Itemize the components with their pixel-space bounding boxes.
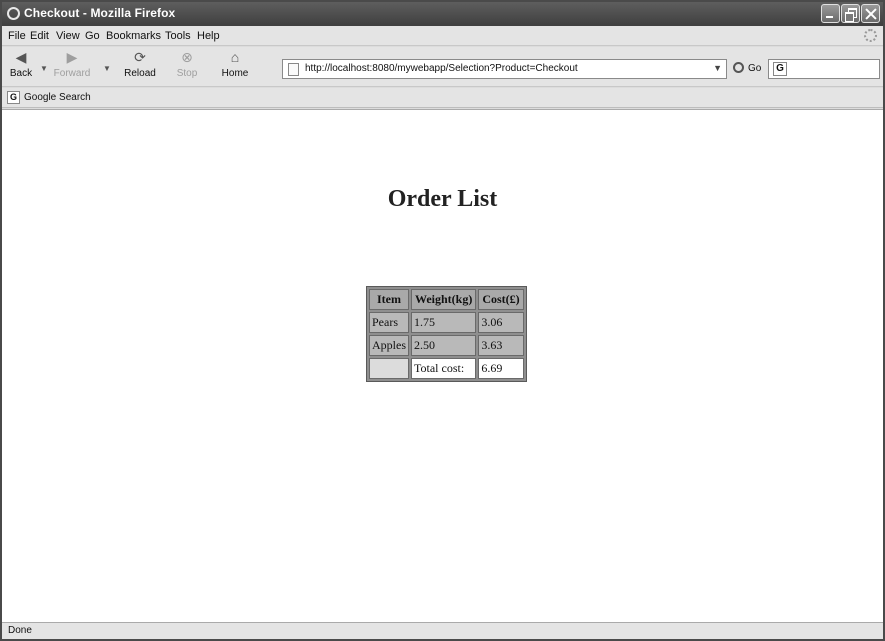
page-content: Order List Item Weight(kg) Cost(£) Pears… <box>2 109 883 622</box>
column-header-cost: Cost(£) <box>478 289 524 310</box>
column-header-item: Item <box>369 289 409 310</box>
menu-tools[interactable]: Tools <box>165 30 191 42</box>
menu-bookmarks[interactable]: Bookmarks <box>106 30 161 42</box>
back-arrow-icon: ◀ <box>15 49 27 65</box>
order-table: Item Weight(kg) Cost(£) Pears 1.75 3.06 … <box>366 286 527 382</box>
menu-go[interactable]: Go <box>85 30 100 42</box>
reload-icon: ⟳ <box>134 49 146 65</box>
page-title: Order List <box>387 186 498 212</box>
menu-help[interactable]: Help <box>197 30 220 42</box>
address-url[interactable]: http://localhost:8080/mywebapp/Selection… <box>305 63 578 74</box>
back-history-dropdown-icon[interactable]: ▼ <box>40 64 48 73</box>
menu-bar: File Edit View Go Bookmarks Tools Help <box>2 26 883 46</box>
status-text: Done <box>8 625 32 636</box>
menu-file[interactable]: File <box>8 30 26 42</box>
menu-edit[interactable]: Edit <box>30 30 49 42</box>
search-input[interactable]: G <box>768 59 880 79</box>
column-header-weight: Weight(kg) <box>411 289 477 310</box>
window-title: Checkout - Mozilla Firefox <box>24 6 176 20</box>
go-button[interactable]: Go <box>748 63 761 74</box>
home-button[interactable]: ⌂ Home <box>217 49 253 85</box>
forward-button[interactable]: ▶ Forward <box>48 49 96 85</box>
google-toolbar: G Google Search <box>2 88 883 108</box>
table-header-row: Item Weight(kg) Cost(£) <box>369 289 524 310</box>
page-icon <box>288 63 299 76</box>
google-icon[interactable]: G <box>773 62 787 76</box>
menu-view[interactable]: View <box>56 30 80 42</box>
restore-button[interactable] <box>841 4 860 23</box>
total-label: Total cost: <box>411 358 477 379</box>
reload-button[interactable]: ⟳ Reload <box>120 49 160 85</box>
minimize-button[interactable] <box>821 4 840 23</box>
total-row: Total cost: 6.69 <box>369 358 524 379</box>
browser-window: Checkout - Mozilla Firefox File Edit Vie… <box>0 0 885 641</box>
cell-weight: 2.50 <box>411 335 477 356</box>
google-icon: G <box>7 91 20 104</box>
empty-cell <box>369 358 409 379</box>
go-icon[interactable] <box>733 62 744 73</box>
cell-cost: 3.06 <box>478 312 524 333</box>
back-button[interactable]: ◀ Back <box>6 49 36 85</box>
cell-item: Pears <box>369 312 409 333</box>
status-bar: Done <box>2 622 883 639</box>
throbber-icon <box>864 29 877 42</box>
table-row: Apples 2.50 3.63 <box>369 335 524 356</box>
table-row: Pears 1.75 3.06 <box>369 312 524 333</box>
navigation-toolbar: ◀ Back ▼ ▶ Forward ▼ ⟳ Reload ⊗ Stop ⌂ H… <box>2 47 883 87</box>
cell-cost: 3.63 <box>478 335 524 356</box>
title-bar: Checkout - Mozilla Firefox <box>2 2 883 26</box>
cell-weight: 1.75 <box>411 312 477 333</box>
address-bar[interactable]: http://localhost:8080/mywebapp/Selection… <box>282 59 727 79</box>
stop-icon: ⊗ <box>181 49 193 65</box>
cell-item: Apples <box>369 335 409 356</box>
forward-history-dropdown-icon[interactable]: ▼ <box>103 64 111 73</box>
google-search-button[interactable]: Google Search <box>24 92 91 103</box>
firefox-icon <box>7 7 20 20</box>
forward-arrow-icon: ▶ <box>66 49 78 65</box>
stop-button[interactable]: ⊗ Stop <box>172 49 202 85</box>
total-value: 6.69 <box>478 358 524 379</box>
home-icon: ⌂ <box>230 49 240 65</box>
chevron-down-icon[interactable]: ▼ <box>713 63 722 73</box>
close-button[interactable] <box>861 4 880 23</box>
